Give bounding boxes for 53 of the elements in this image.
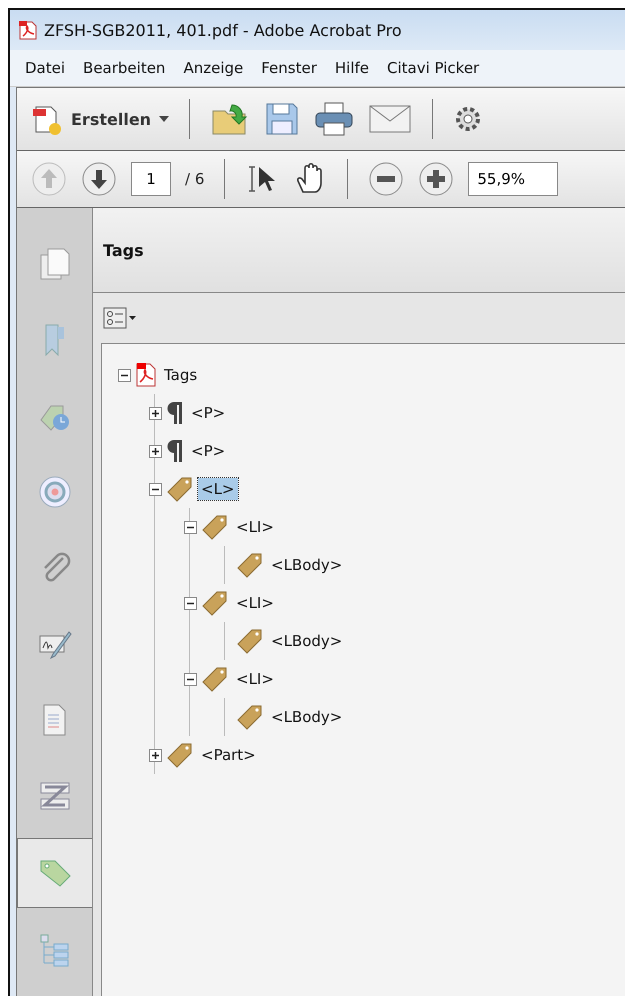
tree-item[interactable]: <LBody> xyxy=(268,630,346,652)
page-number-field[interactable]: 1 xyxy=(131,162,171,196)
paragraph-icon xyxy=(166,400,184,426)
tag-icon xyxy=(201,666,229,692)
tree-item[interactable]: <LI> xyxy=(233,516,277,538)
print-icon[interactable] xyxy=(314,101,354,137)
tree-item[interactable]: <P> xyxy=(188,402,228,424)
save-icon[interactable] xyxy=(264,101,300,137)
tree-item[interactable]: <LI> xyxy=(233,668,277,690)
menu-item[interactable]: Anzeige xyxy=(174,59,252,77)
collapse-icon[interactable] xyxy=(184,672,197,686)
menu-item[interactable]: Hilfe xyxy=(326,59,378,77)
zoom-field[interactable]: 55,9% xyxy=(468,162,558,196)
pdf-icon xyxy=(18,20,38,40)
tree-item[interactable]: <LBody> xyxy=(268,554,346,576)
caret-icon xyxy=(159,116,170,122)
zoom-out-icon[interactable] xyxy=(368,161,404,197)
tag-icon xyxy=(236,628,264,654)
tree-item[interactable]: Tags xyxy=(161,364,200,386)
tree-item[interactable]: <LBody> xyxy=(268,706,346,728)
sidebar-tab[interactable] xyxy=(17,838,92,908)
tag-icon xyxy=(166,476,194,502)
tag-icon xyxy=(236,552,264,578)
options-menu-icon[interactable] xyxy=(103,307,137,329)
menu-item[interactable]: Citavi Picker xyxy=(378,59,488,77)
expand-icon[interactable] xyxy=(149,748,162,762)
collapse-icon[interactable] xyxy=(184,520,197,534)
collapse-icon[interactable] xyxy=(118,368,131,382)
create-button[interactable]: Erstellen xyxy=(31,102,170,136)
mail-icon[interactable] xyxy=(368,103,412,135)
menu-item[interactable]: Bearbeiten xyxy=(74,59,174,77)
tree-item[interactable]: <L> xyxy=(198,478,238,500)
tree-item[interactable]: <P> xyxy=(188,440,228,462)
window-title: ZFSH-SGB2011, 401.pdf - Adobe Acrobat Pro xyxy=(44,20,402,40)
paragraph-icon xyxy=(166,438,184,464)
expand-icon[interactable] xyxy=(149,406,162,420)
tag-icon xyxy=(201,514,229,540)
tag-icon xyxy=(201,590,229,616)
zoom-in-icon[interactable] xyxy=(418,161,454,197)
tree-item[interactable]: <LI> xyxy=(233,592,277,614)
panel-title: Tags xyxy=(103,240,144,260)
menu-item[interactable]: Fenster xyxy=(252,59,326,77)
expand-icon[interactable] xyxy=(149,444,162,458)
tree-item[interactable]: <Part> xyxy=(198,744,259,766)
target-icon xyxy=(36,474,72,510)
collapse-icon[interactable] xyxy=(184,596,197,610)
tag-icon xyxy=(166,742,194,768)
page-total: / 6 xyxy=(185,170,204,188)
collapse-icon[interactable] xyxy=(149,482,162,496)
tag-icon xyxy=(236,704,264,730)
arrow-down-icon[interactable] xyxy=(81,161,117,197)
menu-item[interactable]: Datei xyxy=(16,59,74,77)
pdf-icon xyxy=(135,362,157,388)
